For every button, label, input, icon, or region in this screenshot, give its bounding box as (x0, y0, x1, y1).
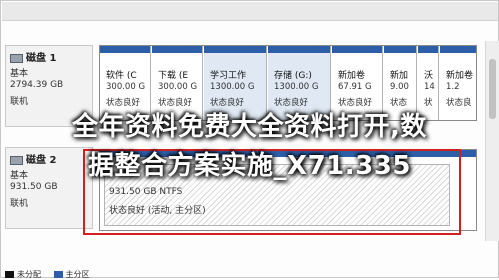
partition-bar (152, 46, 202, 53)
partition-bar (268, 46, 330, 53)
disk1-type: 基本 (10, 69, 29, 79)
partition-name: 存储 (G:) (274, 71, 312, 81)
partition-size: 9.00 (390, 82, 409, 92)
partition-size: 67.91 G (338, 82, 372, 92)
partition-bar (418, 46, 438, 53)
partition-name: 沃 (424, 71, 434, 81)
partition-size: 1.2 (446, 82, 460, 92)
partition-size: 1300.00 G (210, 82, 255, 92)
disk1-size: 2794.39 GB (10, 80, 64, 90)
partition-name: 学习工作 (210, 71, 247, 81)
disk1-title: 磁盘 1 (10, 49, 56, 64)
primary-swatch (53, 271, 63, 278)
disk2-status: 联机 (10, 199, 29, 209)
partition-size: 300.00 G (158, 82, 198, 92)
unallocated-swatch (5, 271, 14, 278)
overlay-caption-line1: 全年资料免费大全资料打开,数 (72, 112, 427, 142)
legend: 未分配 主分区 (5, 269, 90, 280)
partition-bar (100, 46, 150, 53)
disk-icon (10, 53, 23, 63)
partition-name: 新加 (390, 71, 409, 81)
overlay-caption-line2: 据整合方案实施_X71.335 (88, 151, 411, 181)
partition-size: 14 (424, 82, 435, 92)
partition-size: 1300.00 G (274, 82, 319, 92)
top-toolbar (2, 2, 498, 21)
partition-name: 软件 (C (106, 71, 137, 81)
partition-name: 新加卷 (338, 71, 366, 81)
partition-bar (204, 46, 266, 53)
partition-name: 新加卷 (446, 71, 474, 81)
disk1-name: 磁盘 1 (26, 53, 57, 64)
partition-bar (384, 46, 416, 53)
partition-name: 下载 (E (158, 71, 189, 81)
disk2-size: 931.50 GB (10, 182, 58, 192)
partition-bar (440, 46, 476, 53)
partition-size: 300.00 G (106, 82, 146, 92)
partition-bar (332, 46, 382, 53)
